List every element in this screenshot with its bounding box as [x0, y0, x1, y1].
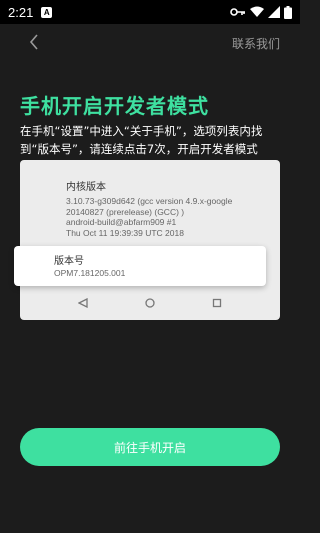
back-button[interactable] — [24, 34, 44, 54]
kernel-line: 20140827 (prerelease) (GCC) ) — [66, 206, 185, 217]
kernel-info: 内核版本 3.10.73-g309d642 (gcc version 4.9.x… — [66, 178, 276, 238]
recents-square-icon — [212, 298, 222, 308]
page-title: 手机开启开发者模式 — [20, 94, 209, 118]
example-screenshot: 内核版本 3.10.73-g309d642 (gcc version 4.9.x… — [20, 160, 280, 320]
kernel-title: 内核版本 — [66, 182, 106, 193]
build-number-item: 版本号 OPM7.181205.001 — [14, 246, 266, 286]
example-nav-bar — [20, 290, 280, 316]
build-number-value: OPM7.181205.001 — [54, 268, 126, 278]
status-icons — [230, 5, 292, 19]
build-number-label: 版本号 — [54, 256, 84, 267]
kernel-line: Thu Oct 11 19:39:39 UTC 2018 — [66, 227, 184, 238]
kernel-line: 3.10.73-g309d642 (gcc version 4.9.x-goog… — [66, 196, 233, 206]
chevron-left-icon — [29, 34, 39, 54]
status-bar: 2:21 A — [0, 0, 300, 24]
wifi-icon — [250, 6, 264, 18]
contact-us-link[interactable]: 联系我们 — [232, 35, 280, 52]
notification-icon: A — [41, 6, 53, 18]
key-icon — [230, 7, 246, 17]
battery-icon — [284, 5, 292, 19]
go-to-settings-button[interactable]: 前往手机开启 — [20, 428, 280, 466]
back-triangle-icon — [78, 298, 88, 308]
signal-icon — [268, 6, 280, 18]
status-time: 2:21 — [8, 4, 34, 20]
instruction-text: 在手机“设置”中进入“关于手机”，选项列表内找到“版本号”，请连续点击7次，开启… — [20, 124, 263, 156]
home-circle-icon — [145, 298, 155, 308]
kernel-line: android-build@abfarm909 #1 — [66, 217, 177, 227]
